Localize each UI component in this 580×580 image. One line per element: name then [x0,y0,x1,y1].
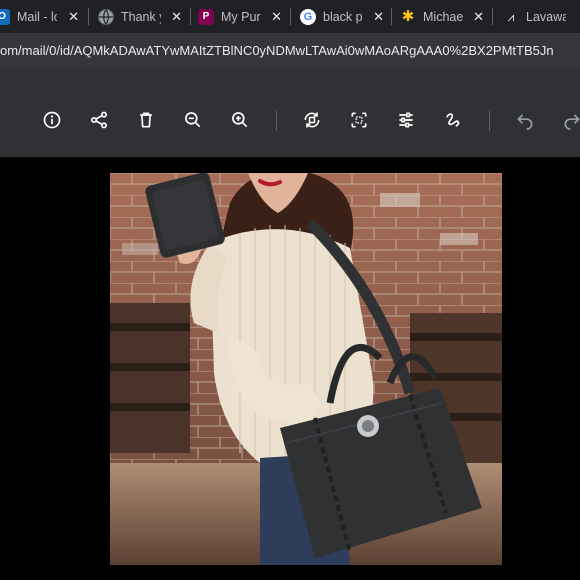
tab-thank-you[interactable]: Thank y ✕ [98,0,188,33]
share-icon [91,111,107,129]
tab-label: Lavawa [526,9,566,24]
rotate-icon [304,112,320,128]
poshmark-icon: P [198,8,214,25]
undo-icon [517,114,533,130]
woman-with-tote-bag-image [110,173,502,565]
tab-divider [492,8,493,25]
adjust-icon [399,112,413,128]
markup-icon [446,113,460,127]
redo-icon [564,114,580,130]
tab-label: My Pur [221,9,261,24]
tab-divider [290,8,291,25]
walmart-icon: ✱ [401,7,415,25]
rotate-button[interactable] [301,109,323,131]
delete-icon [140,112,152,128]
outlook-icon: O [0,8,10,25]
redo-button[interactable] [561,109,580,131]
google-icon: G [300,8,316,25]
tab-label: Thank y [121,9,161,24]
close-icon[interactable]: ✕ [68,9,79,25]
globe-icon [98,8,114,25]
tab-my-purchases[interactable]: P My Pur ✕ [198,0,288,33]
close-icon[interactable]: ✕ [271,9,282,25]
tab-divider [88,8,89,25]
address-bar[interactable]: om/mail/0/id/AQMkADAwATYwMAItZTBlNC0yNDM… [0,33,580,69]
zoom-out-icon [185,112,201,128]
info-icon [43,111,61,129]
share-button[interactable] [88,109,110,131]
tab-strip: O Mail - lo ✕ Thank y ✕ P My Pur ✕ G bla… [0,0,580,33]
tab-label: black p [323,9,363,24]
tab-google-search[interactable]: G black p ✕ [300,0,390,33]
tab-walmart[interactable]: ✱ Michae ✕ [400,0,490,33]
zoom-in-button[interactable] [229,109,251,131]
url-text[interactable]: om/mail/0/id/AQMkADAwATYwMAItZTBlNC0yNDM… [0,43,554,58]
toolbar-divider [276,111,277,131]
zoom-in-icon [232,112,248,128]
adjust-button[interactable] [395,109,417,131]
close-icon[interactable]: ✕ [373,9,384,25]
product-photo[interactable] [110,173,502,565]
close-icon[interactable]: ✕ [171,9,182,25]
crop-button[interactable] [348,109,370,131]
tab-mail[interactable]: O Mail - lo ✕ [0,0,85,33]
tab-divider [190,8,191,25]
markup-button[interactable] [442,109,464,131]
crop-icon [351,112,367,128]
tab-divider [391,8,392,25]
viewer-toolbar [0,69,580,157]
undo-button[interactable] [514,109,536,131]
close-icon[interactable]: ✕ [473,9,484,25]
tab-lavawa[interactable]: ⩘ Lavawa [503,0,580,33]
tab-label: Mail - lo [17,9,57,24]
delete-button[interactable] [135,109,157,131]
info-button[interactable] [41,109,63,131]
tab-label: Michae [423,9,463,24]
toolbar-divider [489,111,490,131]
zoom-out-button[interactable] [182,109,204,131]
lavawa-icon: ⩘ [507,9,515,24]
